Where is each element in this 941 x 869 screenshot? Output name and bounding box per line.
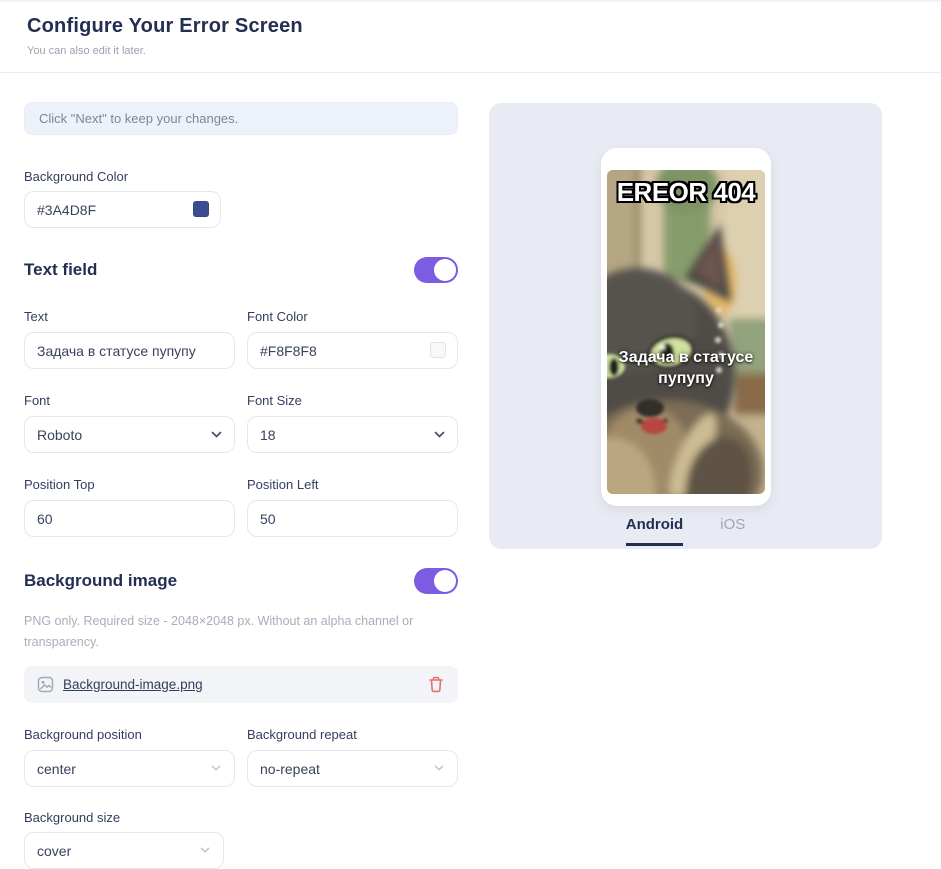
text-field-section-header: Text field	[24, 256, 458, 284]
font-color-input[interactable]	[247, 332, 458, 369]
background-size-value: cover	[37, 842, 72, 859]
toggle-knob	[434, 259, 456, 281]
background-repeat-label: Background repeat	[247, 727, 357, 742]
toggle-knob	[434, 570, 456, 592]
background-size-select[interactable]: cover	[24, 832, 224, 869]
font-size-select-value: 18	[260, 426, 276, 443]
background-color-field	[24, 191, 221, 228]
chevron-down-icon	[211, 429, 222, 440]
page-header: Configure Your Error Screen You can also…	[0, 2, 941, 57]
font-size-select[interactable]: 18	[247, 416, 458, 453]
error-screen-preview: EREOR 404 Задача в статусе пупупу	[607, 170, 765, 494]
background-color-swatch[interactable]	[193, 201, 209, 217]
overlay-text: Задача в статусе пупупу	[618, 349, 754, 387]
background-image-hint: PNG only. Required size - 2048×2048 px. …	[24, 614, 414, 649]
tab-android[interactable]: Android	[625, 516, 684, 546]
text-field-section-title: Text field	[24, 260, 98, 279]
page-subtitle: You can also edit it later.	[27, 45, 146, 57]
header-divider	[0, 72, 941, 73]
configure-error-screen-page: Configure Your Error Screen You can also…	[0, 0, 941, 869]
tab-ios[interactable]: iOS	[720, 516, 745, 546]
font-select-value: Roboto	[37, 426, 83, 443]
text-label: Text	[24, 309, 48, 324]
position-top-label: Position Top	[24, 477, 95, 492]
background-color-input[interactable]	[24, 191, 221, 228]
page-title: Configure Your Error Screen	[27, 15, 303, 37]
font-label: Font	[24, 393, 51, 408]
background-position-select[interactable]: center	[24, 750, 235, 787]
phone-mockup: EREOR 404 Задача в статусе пупупу	[601, 148, 771, 506]
background-image-toggle[interactable]	[414, 568, 458, 594]
background-repeat-value: no-repeat	[260, 760, 320, 777]
font-color-label: Font Color	[247, 309, 308, 324]
notice-banner: Click "Next" to keep your changes.	[24, 102, 458, 135]
chevron-down-icon	[434, 429, 445, 440]
chevron-down-icon	[434, 763, 445, 774]
platform-tabs: Android iOS	[489, 516, 882, 546]
file-link[interactable]: Background-image.png	[63, 677, 203, 692]
font-size-label: Font Size	[247, 393, 302, 408]
settings-form: Click "Next" to keep your changes. Backg…	[24, 74, 458, 869]
background-position-label: Background position	[24, 727, 142, 742]
background-size-label: Background size	[24, 810, 121, 825]
meme-title-text: EREOR 404	[616, 177, 756, 207]
text-field-toggle[interactable]	[414, 257, 458, 283]
position-left-label: Position Left	[247, 477, 319, 492]
background-position-value: center	[37, 760, 76, 777]
font-select[interactable]: Roboto	[24, 416, 235, 453]
background-repeat-select[interactable]: no-repeat	[247, 750, 458, 787]
cat-background-image	[607, 170, 765, 494]
font-color-swatch[interactable]	[430, 342, 446, 358]
text-input[interactable]	[24, 332, 235, 369]
background-position-repeat-row: Background position center Background re…	[24, 727, 458, 787]
uploaded-file-row: Background-image.png	[24, 666, 458, 703]
position-row: Position Top Position Left	[24, 477, 458, 537]
text-fontcolor-row: Text Font Color	[24, 309, 458, 369]
chevron-down-icon	[200, 845, 211, 856]
background-image-section-title: Background image	[24, 571, 178, 590]
delete-file-button[interactable]	[427, 675, 445, 694]
notice-text: Click "Next" to keep your changes.	[39, 111, 239, 126]
position-left-input[interactable]	[247, 500, 458, 537]
image-icon	[37, 676, 54, 693]
preview-panel: EREOR 404 Задача в статусе пупупу Androi…	[489, 103, 882, 549]
chevron-down-icon	[211, 763, 222, 774]
font-fontsize-row: Font Roboto Font Size 18	[24, 393, 458, 453]
background-image-section-header: Background image	[24, 567, 458, 595]
position-top-input[interactable]	[24, 500, 235, 537]
background-color-label: Background Color	[24, 169, 129, 184]
